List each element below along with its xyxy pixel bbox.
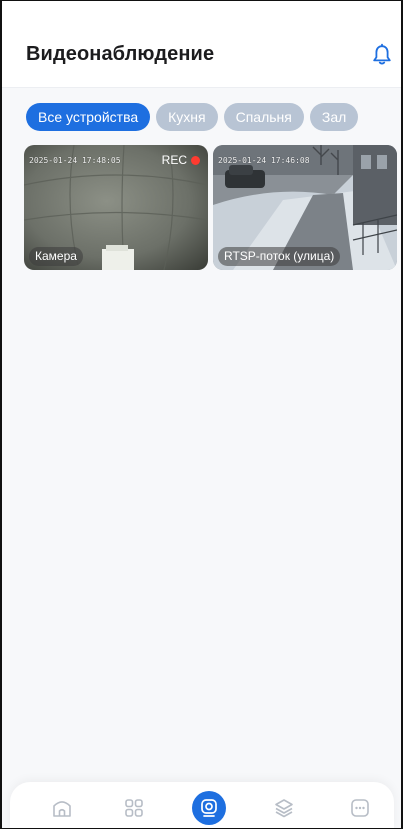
bell-icon[interactable] [370,43,394,67]
page-title: Видеонаблюдение [26,43,215,65]
camera-name: RTSP-поток (улица) [218,247,341,266]
chip-bedroom[interactable]: Спальня [223,103,304,131]
chip-all-devices[interactable]: Все устройства [26,103,151,131]
top-bar: Видеонаблюдение [2,1,401,88]
more-icon[interactable] [348,796,372,820]
devices-grid-icon[interactable] [122,796,146,820]
recording-indicator: REC [162,153,200,167]
rec-label: REC [161,153,187,167]
camera-timestamp: 2025-01-24 17:46:08 [218,156,310,165]
room-filter-chips: Все устройства Кухня Спальня Зал [26,103,401,131]
camera-card-indoor[interactable]: 2025-01-24 17:48:05 REC Камера [24,145,208,270]
home-icon[interactable] [50,796,74,820]
app-screen: Видеонаблюдение Все устройства Кухня Спаль… [0,0,403,829]
camera-name: Камера [29,247,83,266]
camera-icon[interactable] [192,791,226,825]
chip-living-room[interactable]: Зал [309,103,359,131]
camera-card-street[interactable]: 2025-01-24 17:46:08 RTSP-поток (улица) [213,145,397,270]
layers-icon[interactable] [272,796,296,820]
chip-kitchen[interactable]: Кухня [156,103,218,131]
bottom-navigation [10,782,394,828]
camera-timestamp: 2025-01-24 17:48:05 [29,156,121,165]
rec-dot-icon [191,155,200,165]
